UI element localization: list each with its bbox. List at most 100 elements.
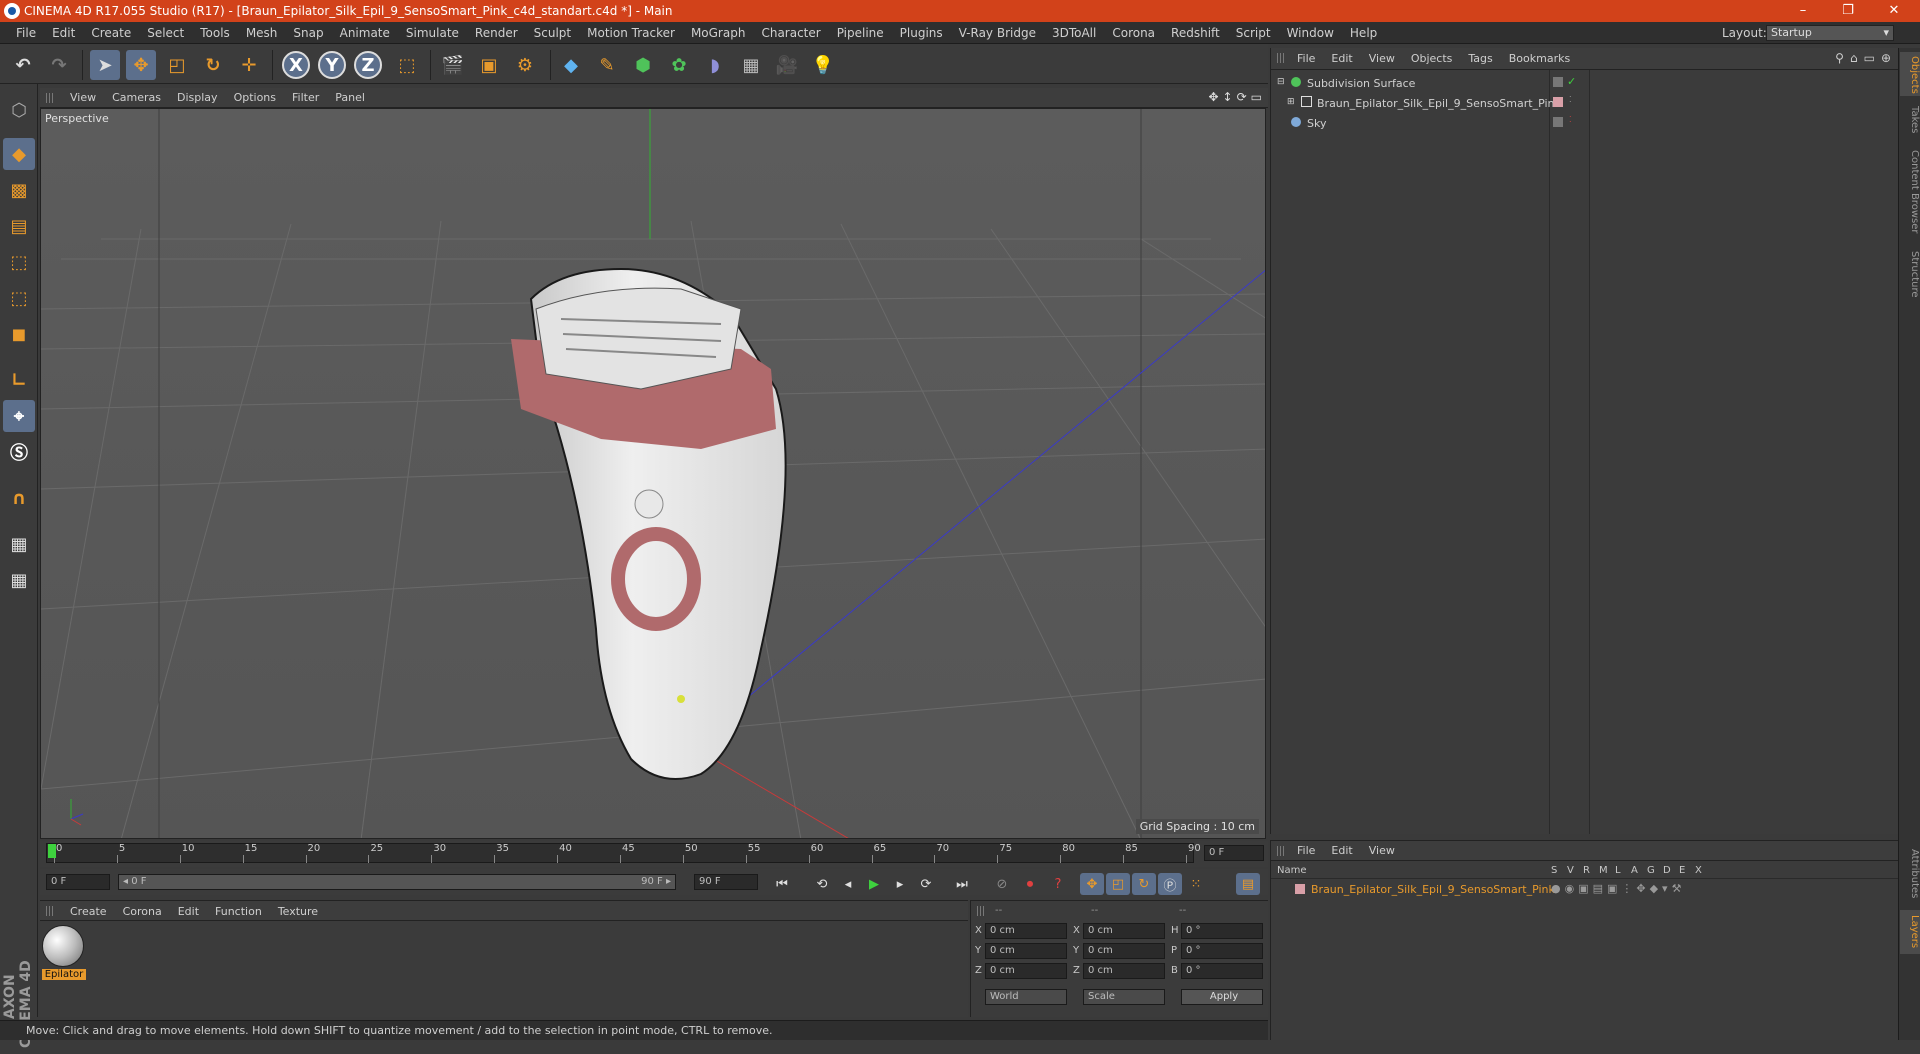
- dolly-view-icon[interactable]: ↕: [1223, 90, 1233, 104]
- coordinate-system-button[interactable]: ⬚: [392, 50, 422, 80]
- tab-objects[interactable]: Objects: [1900, 52, 1920, 96]
- pan-view-icon[interactable]: ✥: [1208, 90, 1218, 104]
- key-position-button[interactable]: ✥: [1080, 873, 1104, 895]
- menu-create[interactable]: Create: [83, 26, 139, 40]
- menu-vray-bridge[interactable]: V-Ray Bridge: [951, 26, 1044, 40]
- key-param-button[interactable]: Ⓟ: [1158, 873, 1182, 895]
- menu-edit[interactable]: Edit: [44, 26, 83, 40]
- preview-range-slider[interactable]: ◂ 0 F 90 F ▸: [118, 874, 676, 890]
- timeline-window-button[interactable]: ▤: [1236, 873, 1260, 895]
- tab-attributes[interactable]: Attributes: [1900, 842, 1920, 906]
- menu-tools[interactable]: Tools: [192, 26, 238, 40]
- viewport-menu-display[interactable]: Display: [169, 91, 226, 104]
- axis-y-button[interactable]: Y: [318, 51, 346, 79]
- menu-mograph[interactable]: MoGraph: [683, 26, 754, 40]
- rotate-tool-button[interactable]: ↻: [198, 50, 228, 80]
- record-keys-button[interactable]: ⊘: [990, 873, 1014, 895]
- goto-end-button[interactable]: ⏭: [950, 873, 974, 895]
- menu-snap[interactable]: Snap: [285, 26, 331, 40]
- collapse-icon[interactable]: ⊟: [1277, 77, 1285, 87]
- material-menu-create[interactable]: Create: [62, 905, 115, 918]
- redo-button[interactable]: ↷: [44, 50, 74, 80]
- menu-3dtoall[interactable]: 3DToAll: [1044, 26, 1104, 40]
- render-dots-icon[interactable]: ⁚: [1569, 115, 1572, 124]
- viewport-menu-filter[interactable]: Filter: [284, 91, 327, 104]
- rotation-p-field[interactable]: 0 °: [1181, 943, 1263, 959]
- axis-z-button[interactable]: Z: [354, 51, 382, 79]
- points-mode-button[interactable]: ⬚: [3, 246, 35, 278]
- menu-window[interactable]: Window: [1279, 26, 1342, 40]
- add-mograph-button[interactable]: ✿: [664, 50, 694, 80]
- edges-mode-button[interactable]: ⬚: [3, 282, 35, 314]
- visibility-toggle-icon[interactable]: [1553, 77, 1563, 87]
- menu-simulate[interactable]: Simulate: [398, 26, 467, 40]
- add-deformer-button[interactable]: ◗: [700, 50, 730, 80]
- home-icon[interactable]: ⌂: [1850, 51, 1858, 65]
- maximize-view-icon[interactable]: ▭: [1251, 90, 1262, 104]
- scale-tool-button[interactable]: ◰: [162, 50, 192, 80]
- material-swatch[interactable]: Epilator: [42, 925, 86, 987]
- object-menu-bookmarks[interactable]: Bookmarks: [1501, 52, 1578, 65]
- autokey-button[interactable]: ⏺: [1018, 873, 1042, 895]
- start-frame-field[interactable]: 0 F: [46, 874, 110, 890]
- object-row-subdivision[interactable]: ⊟ Subdivision Surface ✓: [1271, 74, 1899, 94]
- tweak-mode-button[interactable]: ⌖: [3, 400, 35, 432]
- restore-button[interactable]: ❐: [1828, 2, 1868, 20]
- magnet-button[interactable]: ∩: [3, 482, 35, 514]
- undo-button[interactable]: ↶: [8, 50, 38, 80]
- menu-character[interactable]: Character: [753, 26, 828, 40]
- enabled-check-icon[interactable]: ✓: [1567, 75, 1576, 88]
- menu-mesh[interactable]: Mesh: [238, 26, 286, 40]
- apply-button[interactable]: Apply: [1181, 989, 1263, 1005]
- object-row-sky[interactable]: Sky ⁚: [1271, 114, 1899, 134]
- rotation-b-field[interactable]: 0 °: [1181, 963, 1263, 979]
- size-x-field[interactable]: 0 cm: [1083, 923, 1165, 939]
- polygons-mode-button[interactable]: ◼: [3, 318, 35, 350]
- menu-pipeline[interactable]: Pipeline: [829, 26, 892, 40]
- move-tool-button[interactable]: ✥: [126, 50, 156, 80]
- layer-menu-file[interactable]: File: [1289, 844, 1323, 857]
- add-light-button[interactable]: 💡: [808, 50, 838, 80]
- material-menu-texture[interactable]: Texture: [270, 905, 326, 918]
- prev-key-button[interactable]: ⟲: [810, 873, 834, 895]
- add-subdivision-button[interactable]: ⬢: [628, 50, 658, 80]
- menu-animate[interactable]: Animate: [332, 26, 398, 40]
- menu-redshift[interactable]: Redshift: [1163, 26, 1228, 40]
- render-view-button[interactable]: 🎬: [438, 50, 468, 80]
- tab-content-browser[interactable]: Content Browser: [1900, 144, 1920, 240]
- axis-x-button[interactable]: X: [282, 51, 310, 79]
- size-z-field[interactable]: 0 cm: [1083, 963, 1165, 979]
- menu-help[interactable]: Help: [1342, 26, 1385, 40]
- position-x-field[interactable]: 0 cm: [985, 923, 1067, 939]
- layers-icon[interactable]: ▭: [1864, 51, 1875, 65]
- tab-layers[interactable]: Layers: [1900, 910, 1920, 954]
- axis-mode-button[interactable]: ∟: [3, 364, 35, 396]
- viewport-menu-options[interactable]: Options: [226, 91, 284, 104]
- select-tool-button[interactable]: ➤: [90, 50, 120, 80]
- menu-plugins[interactable]: Plugins: [892, 26, 951, 40]
- tab-structure[interactable]: Structure: [1900, 244, 1920, 304]
- object-menu-tags[interactable]: Tags: [1460, 52, 1500, 65]
- snapping-button[interactable]: Ⓢ: [3, 436, 35, 468]
- object-row-epilator[interactable]: ⊞ Braun_Epilator_Silk_Epil_9_SensoSmart_…: [1271, 94, 1899, 114]
- goto-start-button[interactable]: ⏮: [770, 873, 794, 895]
- search-icon[interactable]: ⚲: [1835, 51, 1844, 65]
- size-y-field[interactable]: 0 cm: [1083, 943, 1165, 959]
- rotate-view-icon[interactable]: ⟳: [1237, 90, 1247, 104]
- object-menu-file[interactable]: File: [1289, 52, 1323, 65]
- menu-motion-tracker[interactable]: Motion Tracker: [579, 26, 683, 40]
- close-button[interactable]: ✕: [1874, 2, 1914, 20]
- add-camera-button[interactable]: 🎥: [772, 50, 802, 80]
- menu-script[interactable]: Script: [1228, 26, 1279, 40]
- layer-row[interactable]: Braun_Epilator_Silk_Epil_9_SensoSmart_Pi…: [1271, 881, 1899, 897]
- next-key-button[interactable]: ⟳: [914, 873, 938, 895]
- transform-tool-button[interactable]: ✛: [234, 50, 264, 80]
- menu-render[interactable]: Render: [467, 26, 526, 40]
- viewport-menu-view[interactable]: View: [62, 91, 104, 104]
- timeline-playhead[interactable]: [48, 844, 56, 858]
- material-menu-function[interactable]: Function: [207, 905, 270, 918]
- coord-mode-select[interactable]: World: [985, 989, 1067, 1005]
- model-mode-button[interactable]: ◆: [3, 138, 35, 170]
- workplane-mode-button[interactable]: ▤: [3, 210, 35, 242]
- key-scale-button[interactable]: ◰: [1106, 873, 1130, 895]
